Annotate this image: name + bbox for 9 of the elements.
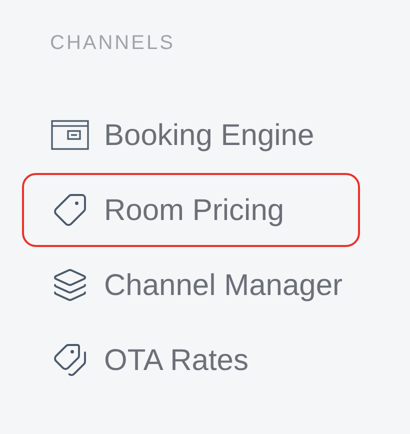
- section-title: CHANNELS: [50, 31, 175, 56]
- layers-icon: [52, 267, 88, 303]
- sidebar-item[interactable]: OTA Rates: [22, 323, 360, 397]
- browser-window-icon: [51, 120, 89, 150]
- sidebar-item[interactable]: Booking Engine: [22, 98, 360, 172]
- tags-icon: [52, 342, 88, 378]
- sidebar-item[interactable]: Room Pricing: [22, 173, 360, 247]
- tag-icon: [52, 192, 88, 228]
- sidebar-item[interactable]: Channel Manager: [22, 248, 360, 322]
